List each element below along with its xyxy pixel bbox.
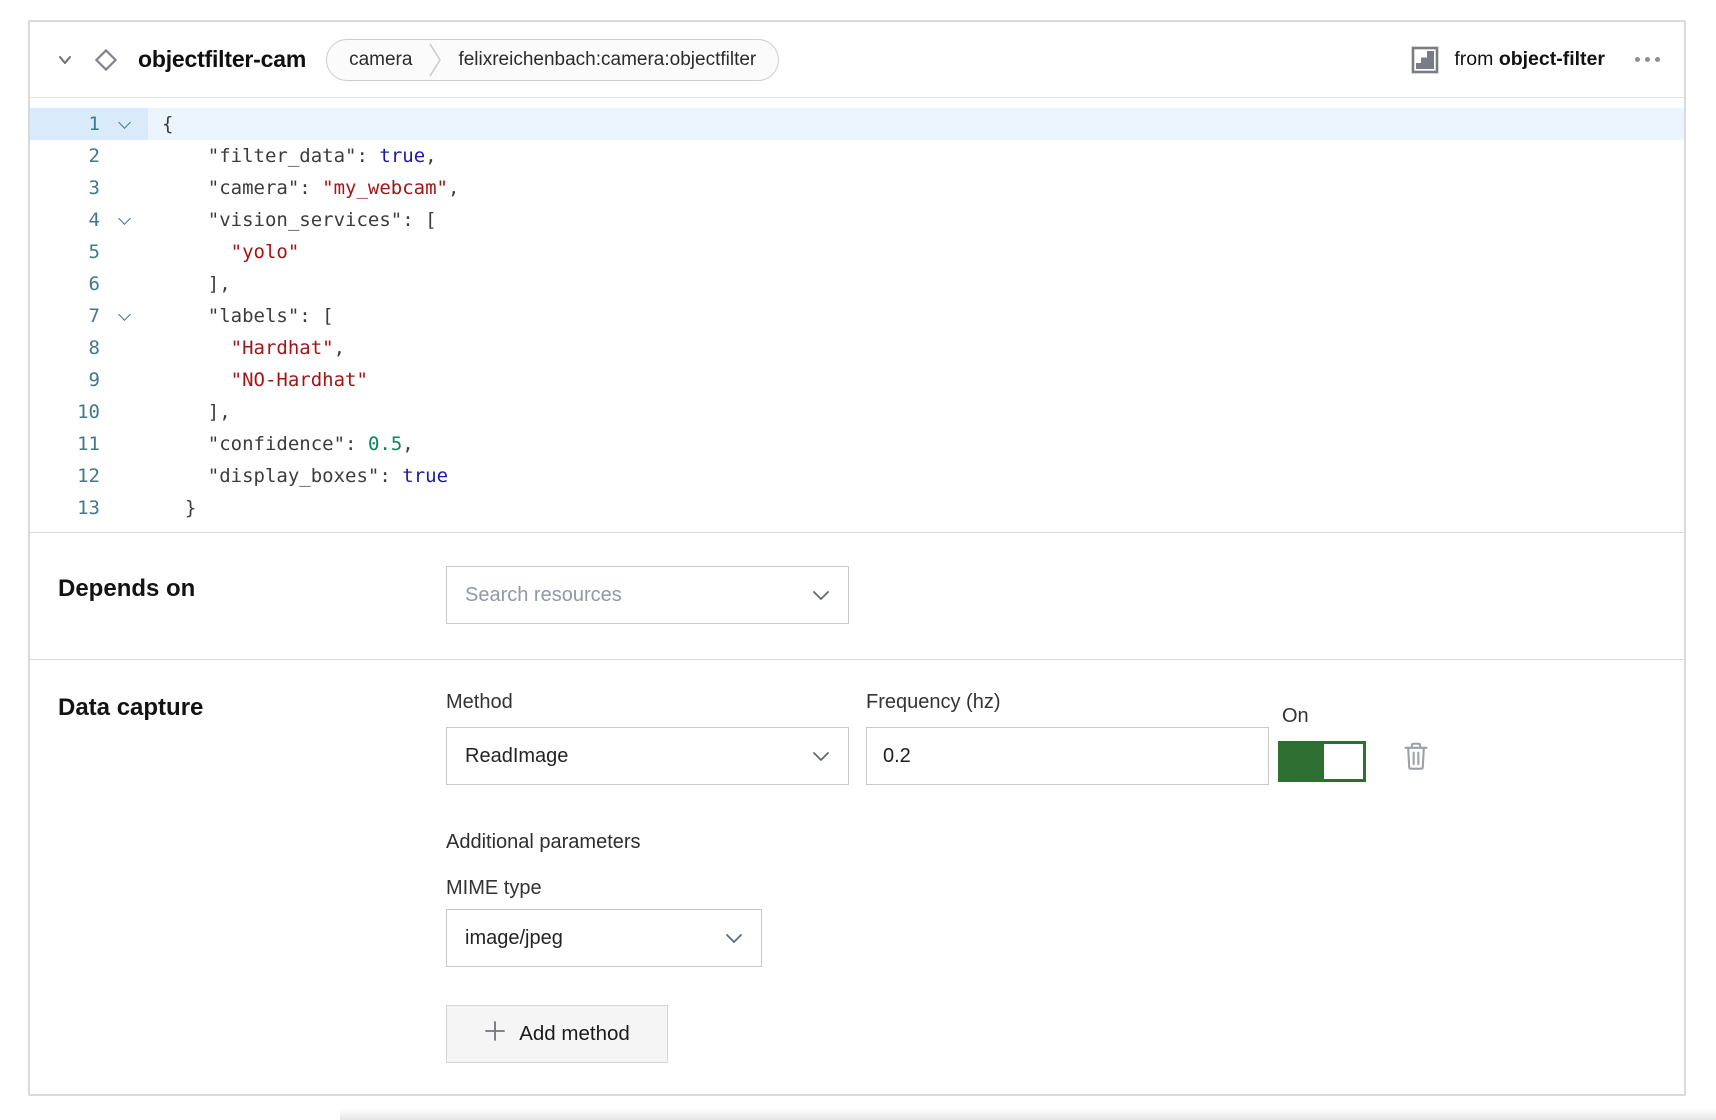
method-select[interactable]: ReadImage	[446, 727, 849, 785]
code-line-content: ],	[148, 268, 1684, 300]
line-number: 2	[30, 140, 100, 172]
code-line-content: "camera": "my_webcam",	[148, 172, 1684, 204]
page-bottom-shadow	[340, 1108, 1716, 1120]
module-icon	[1410, 45, 1440, 75]
fold-spacer	[100, 364, 148, 396]
plus-icon	[484, 1020, 506, 1048]
code-line-content: "NO-Hardhat"	[148, 364, 1684, 396]
line-number: 9	[30, 364, 100, 396]
frequency-input[interactable]	[866, 727, 1269, 785]
fold-chevron-icon[interactable]	[100, 204, 148, 236]
capture-on-label: On	[1282, 705, 1309, 728]
code-line-content: "confidence": 0.5,	[148, 428, 1684, 460]
collapse-chevron-icon[interactable]	[54, 49, 76, 71]
editor-line-11[interactable]: 11 "confidence": 0.5,	[30, 428, 1684, 460]
frequency-label: Frequency (hz)	[866, 691, 1001, 714]
component-card-header: objectfilter-cam camera felixreichenbach…	[30, 22, 1684, 98]
fold-spacer	[100, 428, 148, 460]
line-number: 8	[30, 332, 100, 364]
code-line-content: "Hardhat",	[148, 332, 1684, 364]
depends-on-section: Depends on Search resources	[30, 533, 1684, 659]
add-method-label: Add method	[519, 1022, 630, 1046]
editor-line-7[interactable]: 7 "labels": [	[30, 300, 1684, 332]
page: objectfilter-cam camera felixreichenbach…	[0, 0, 1716, 1120]
chevron-down-icon	[725, 927, 743, 950]
line-number: 7	[30, 300, 100, 332]
chevron-down-icon	[812, 584, 830, 607]
capture-on-toggle[interactable]	[1278, 741, 1366, 782]
from-module-text: from object-filter	[1454, 48, 1605, 71]
editor-line-13[interactable]: 13 }	[30, 492, 1684, 524]
fold-chevron-icon[interactable]	[100, 108, 148, 140]
editor-line-12[interactable]: 12 "display_boxes": true	[30, 460, 1684, 492]
component-card: objectfilter-cam camera felixreichenbach…	[28, 20, 1686, 1096]
toggle-knob	[1324, 744, 1363, 779]
line-number: 6	[30, 268, 100, 300]
line-number: 10	[30, 396, 100, 428]
editor-line-10[interactable]: 10 ],	[30, 396, 1684, 428]
code-line-content: "display_boxes": true	[148, 460, 1684, 492]
fold-spacer	[100, 492, 148, 524]
method-label: Method	[446, 691, 513, 714]
code-line-content: "yolo"	[148, 236, 1684, 268]
overflow-menu-icon[interactable]	[1635, 57, 1660, 62]
fold-chevron-icon[interactable]	[100, 300, 148, 332]
code-line-content: "vision_services": [	[148, 204, 1684, 236]
fold-spacer	[100, 332, 148, 364]
code-editor[interactable]: 1{2 "filter_data": true,3 "camera": "my_…	[30, 98, 1684, 532]
editor-line-4[interactable]: 4 "vision_services": [	[30, 204, 1684, 236]
delete-method-trash-icon[interactable]	[1402, 740, 1430, 775]
fold-spacer	[100, 460, 148, 492]
component-type-model-badge: camera felixreichenbach:camera:objectfil…	[326, 39, 779, 81]
code-line-content: ],	[148, 396, 1684, 428]
editor-line-8[interactable]: 8 "Hardhat",	[30, 332, 1684, 364]
editor-line-3[interactable]: 3 "camera": "my_webcam",	[30, 172, 1684, 204]
fold-spacer	[100, 396, 148, 428]
component-model: felixreichenbach:camera:objectfilter	[458, 49, 756, 71]
add-method-button[interactable]: Add method	[446, 1005, 668, 1063]
chevron-down-icon	[812, 745, 830, 768]
line-number: 12	[30, 460, 100, 492]
depends-on-heading: Depends on	[58, 575, 195, 603]
header-right-group: from object-filter	[1410, 45, 1660, 75]
editor-line-1[interactable]: 1{	[30, 108, 1684, 140]
method-value: ReadImage	[465, 745, 568, 768]
module-name: object-filter	[1499, 48, 1605, 70]
line-number: 5	[30, 236, 100, 268]
editor-line-6[interactable]: 6 ],	[30, 268, 1684, 300]
editor-line-5[interactable]: 5 "yolo"	[30, 236, 1684, 268]
badge-separator-chevron-icon	[428, 41, 442, 79]
data-capture-section: Data capture Method Frequency (hz) On Re…	[30, 660, 1684, 1094]
mime-type-value: image/jpeg	[465, 927, 563, 950]
mime-type-label: MIME type	[446, 877, 542, 900]
from-prefix: from	[1454, 48, 1498, 70]
component-type: camera	[349, 49, 412, 71]
depends-on-search-select[interactable]: Search resources	[446, 566, 849, 624]
line-number: 1	[30, 108, 100, 140]
fold-spacer	[100, 236, 148, 268]
code-line-content: }	[148, 492, 1684, 524]
line-number: 13	[30, 492, 100, 524]
mime-type-select[interactable]: image/jpeg	[446, 909, 762, 967]
fold-spacer	[100, 172, 148, 204]
camera-component-diamond-icon	[90, 44, 122, 76]
line-number: 11	[30, 428, 100, 460]
search-resources-placeholder: Search resources	[465, 584, 622, 607]
editor-line-9[interactable]: 9 "NO-Hardhat"	[30, 364, 1684, 396]
code-line-content: "filter_data": true,	[148, 140, 1684, 172]
data-capture-heading: Data capture	[58, 694, 203, 722]
component-name: objectfilter-cam	[138, 46, 306, 73]
line-number: 3	[30, 172, 100, 204]
fold-spacer	[100, 268, 148, 300]
line-number: 4	[30, 204, 100, 236]
additional-parameters-label: Additional parameters	[446, 831, 641, 854]
editor-line-2[interactable]: 2 "filter_data": true,	[30, 140, 1684, 172]
fold-spacer	[100, 140, 148, 172]
code-line-content: "labels": [	[148, 300, 1684, 332]
code-line-content: {	[148, 108, 1684, 140]
